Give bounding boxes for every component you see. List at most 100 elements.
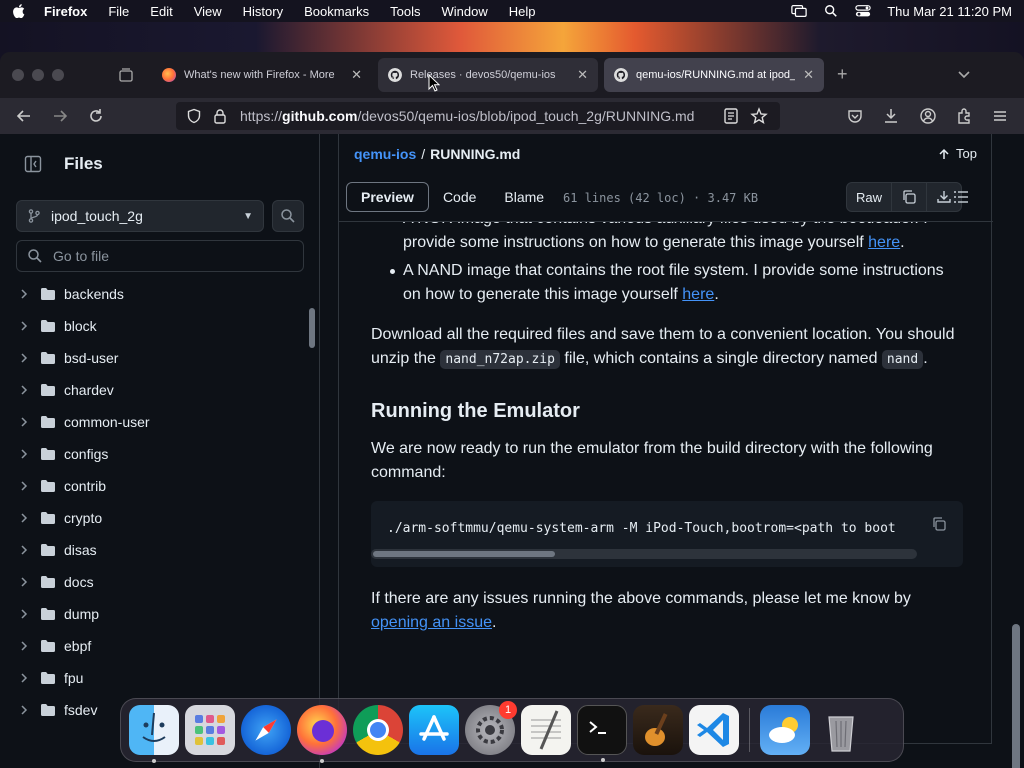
- chevron-right-icon[interactable]: [18, 320, 30, 332]
- chevron-right-icon[interactable]: [18, 448, 30, 460]
- forward-arrow-icon[interactable]: [51, 107, 69, 125]
- screen-mirroring-icon[interactable]: [791, 4, 807, 18]
- url-bar[interactable]: https://github.com/devos50/qemu-ios/blob…: [176, 102, 780, 130]
- new-tab-icon[interactable]: +: [837, 64, 848, 85]
- close-window-button[interactable]: [12, 69, 24, 81]
- vscode-icon[interactable]: [689, 705, 739, 755]
- search-code-button[interactable]: [272, 200, 304, 232]
- file-tree-folder-contrib[interactable]: contrib: [0, 470, 306, 502]
- close-icon[interactable]: ✕: [351, 67, 362, 83]
- tab-releases[interactable]: Releases · devos50/qemu-ios ✕: [378, 58, 598, 92]
- menu-edit[interactable]: Edit: [150, 4, 172, 19]
- file-tree-folder-configs[interactable]: configs: [0, 438, 306, 470]
- reload-icon[interactable]: [87, 107, 105, 125]
- file-tree-folder-backends[interactable]: backends: [0, 278, 306, 310]
- system-settings-icon[interactable]: 1: [465, 701, 517, 755]
- chevron-right-icon[interactable]: [18, 384, 30, 396]
- zoom-window-button[interactable]: [52, 69, 64, 81]
- file-tree-folder-chardev[interactable]: chardev: [0, 374, 306, 406]
- tab-overview-icon[interactable]: [118, 67, 134, 83]
- menu-bookmarks[interactable]: Bookmarks: [304, 4, 369, 19]
- chevron-right-icon[interactable]: [18, 352, 30, 364]
- close-icon[interactable]: ✕: [577, 67, 588, 83]
- trash-icon[interactable]: [816, 705, 866, 755]
- copy-icon[interactable]: [931, 516, 947, 532]
- raw-button[interactable]: Raw: [847, 183, 893, 211]
- outline-list-icon[interactable]: [953, 189, 969, 205]
- file-tree-folder-common-user[interactable]: common-user: [0, 406, 306, 438]
- pocket-icon[interactable]: [846, 107, 864, 125]
- sidebar-scrollbar[interactable]: [309, 308, 315, 348]
- chevron-right-icon[interactable]: [18, 576, 30, 588]
- weather-icon[interactable]: [760, 705, 810, 755]
- menu-window[interactable]: Window: [442, 4, 488, 19]
- nor-instructions-link[interactable]: here: [868, 234, 900, 251]
- repo-link[interactable]: qemu-ios: [354, 146, 416, 162]
- open-issue-link[interactable]: opening an issue: [371, 614, 492, 631]
- tab-running-md[interactable]: qemu-ios/RUNNING.md at ipod_touch_2g ✕: [604, 58, 824, 92]
- apple-icon[interactable]: [12, 4, 26, 18]
- launchpad-icon[interactable]: [185, 705, 235, 755]
- chevron-down-icon[interactable]: [956, 66, 972, 82]
- hamburger-menu-icon[interactable]: [991, 107, 1009, 125]
- back-arrow-icon[interactable]: [15, 107, 33, 125]
- tab-code[interactable]: Code: [429, 182, 490, 212]
- bookmark-star-icon[interactable]: [750, 107, 768, 125]
- chevron-right-icon[interactable]: [18, 416, 30, 428]
- menubar-clock[interactable]: Thu Mar 21 11:20 PM: [887, 4, 1012, 19]
- page-scrollbar[interactable]: [1012, 624, 1020, 768]
- downloads-icon[interactable]: [882, 107, 900, 125]
- chevron-right-icon[interactable]: [18, 512, 30, 524]
- code-horizontal-scrollbar[interactable]: [371, 549, 917, 559]
- spotlight-search-icon[interactable]: [823, 4, 839, 18]
- file-tree-folder-fpu[interactable]: fpu: [0, 662, 306, 694]
- chevron-right-icon[interactable]: [18, 704, 30, 716]
- file-tree-folder-block[interactable]: block: [0, 310, 306, 342]
- menu-help[interactable]: Help: [509, 4, 536, 19]
- app-store-icon[interactable]: [409, 705, 459, 755]
- chrome-icon[interactable]: [353, 705, 403, 755]
- collapse-sidebar-icon[interactable]: [24, 155, 42, 173]
- finder-icon[interactable]: [129, 705, 179, 763]
- menu-app-name[interactable]: Firefox: [44, 4, 87, 19]
- file-tree-folder-crypto[interactable]: crypto: [0, 502, 306, 534]
- file-tree-folder-disas[interactable]: disas: [0, 534, 306, 566]
- minimize-window-button[interactable]: [32, 69, 44, 81]
- chevron-right-icon[interactable]: [18, 672, 30, 684]
- chevron-right-icon[interactable]: [18, 480, 30, 492]
- file-tree-folder-bsd-user[interactable]: bsd-user: [0, 342, 306, 374]
- branch-selector[interactable]: ipod_touch_2g ▼: [16, 200, 264, 232]
- control-center-icon[interactable]: [855, 4, 871, 18]
- tab-preview[interactable]: Preview: [346, 182, 429, 212]
- tracking-protection-shield-icon[interactable]: [186, 108, 202, 124]
- firefox-icon[interactable]: [297, 705, 347, 763]
- terminal-icon[interactable]: [577, 705, 627, 762]
- tab-blame[interactable]: Blame: [490, 182, 558, 212]
- file-tree-folder-ebpf[interactable]: ebpf: [0, 630, 306, 662]
- file-tree-folder-dump[interactable]: dump: [0, 598, 306, 630]
- lock-icon[interactable]: [212, 108, 228, 124]
- menu-file[interactable]: File: [108, 4, 129, 19]
- folder-list: backends block bsd-user chardev common-user c…: [0, 278, 306, 768]
- chevron-right-icon[interactable]: [18, 544, 30, 556]
- close-icon[interactable]: ✕: [803, 67, 814, 83]
- tab-firefox-whats-new[interactable]: What's new with Firefox - More ✕: [152, 58, 372, 92]
- menu-history[interactable]: History: [243, 4, 283, 19]
- menu-view[interactable]: View: [194, 4, 222, 19]
- account-icon[interactable]: [919, 107, 937, 125]
- garageband-icon[interactable]: [633, 705, 683, 755]
- file-tree-folder-docs[interactable]: docs: [0, 566, 306, 598]
- nand-instructions-link[interactable]: here: [682, 286, 714, 303]
- extensions-icon[interactable]: [955, 107, 973, 125]
- top-button[interactable]: Top: [938, 146, 977, 161]
- chevron-right-icon[interactable]: [18, 640, 30, 652]
- go-to-file-input[interactable]: Go to file: [16, 240, 304, 272]
- scrollbar-thumb[interactable]: [373, 551, 555, 557]
- menu-tools[interactable]: Tools: [390, 4, 420, 19]
- chevron-right-icon[interactable]: [18, 608, 30, 620]
- safari-icon[interactable]: [241, 705, 291, 755]
- copy-raw-button[interactable]: [892, 183, 928, 211]
- reader-view-icon[interactable]: [722, 107, 740, 125]
- chevron-right-icon[interactable]: [18, 288, 30, 300]
- textedit-icon[interactable]: [521, 705, 571, 755]
